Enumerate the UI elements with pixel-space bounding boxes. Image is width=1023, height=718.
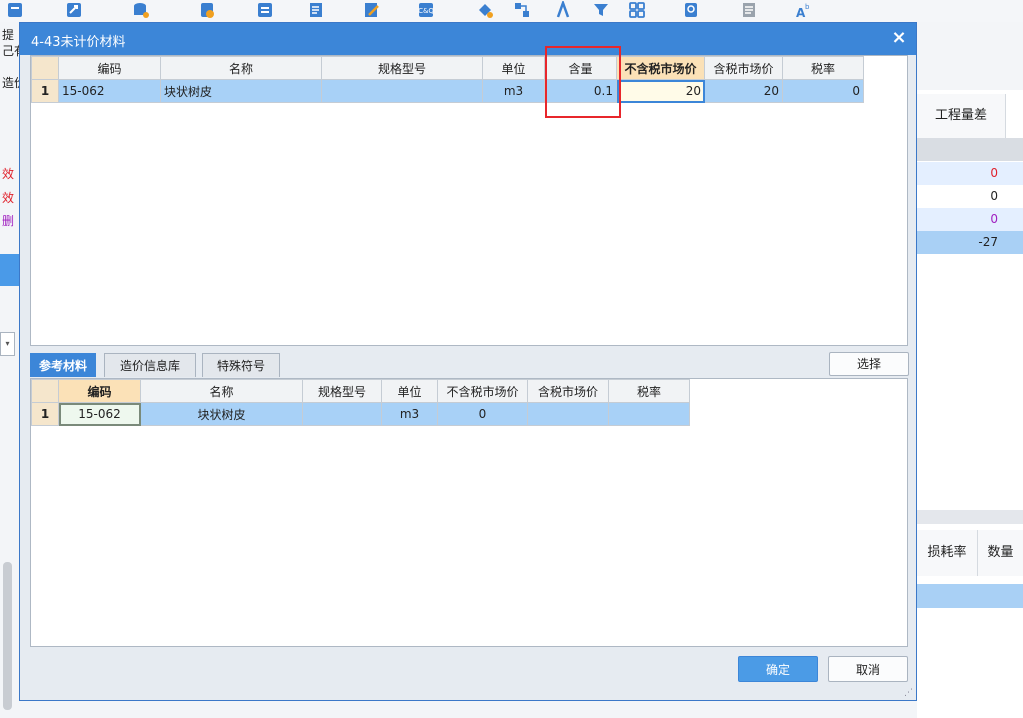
row-number[interactable]: 1	[31, 79, 59, 103]
document-icon[interactable]	[740, 1, 758, 19]
dropdown-select[interactable]: ▾	[0, 332, 15, 356]
column-header-price-ex-tax[interactable]: 不含税市场价	[437, 379, 528, 403]
dialog-title-bar[interactable]: 4-43未计价材料 ×	[20, 23, 916, 55]
svg-text:b: b	[805, 3, 810, 11]
left-panel-text: 效	[2, 167, 15, 181]
column-header-code[interactable]: 编码	[58, 56, 161, 80]
filter-icon[interactable]	[592, 1, 610, 19]
material-grid: 编码 名称 规格型号 单位 含量 不含税市场价 含税市场价 税率 1 15-06…	[30, 55, 908, 346]
left-panel-text: 提	[2, 28, 15, 42]
scrollbar-thumb[interactable]	[3, 562, 12, 710]
close-icon[interactable]: ×	[890, 29, 908, 47]
cell-tax-rate[interactable]: 0	[782, 79, 864, 103]
coin-icon[interactable]	[198, 1, 216, 19]
column-header-name[interactable]: 名称	[160, 56, 322, 80]
cell-unit[interactable]: m3	[482, 79, 545, 103]
table-cell: 0	[990, 212, 998, 226]
row-header-corner	[31, 56, 59, 80]
table-row[interactable]: 1 15-062 块状树皮 m3 0.1 20 20 0	[31, 79, 864, 103]
column-header-unit[interactable]: 单位	[381, 379, 438, 403]
table-cell: 0	[990, 189, 998, 203]
left-panel-text: 删	[2, 214, 15, 228]
select-button[interactable]: 选择	[829, 352, 909, 376]
selected-row-band	[0, 254, 20, 286]
column-header-price-inc-tax[interactable]: 含税市场价	[527, 379, 609, 403]
main-toolbar: C&Q Ab	[0, 0, 1023, 22]
table-row[interactable]: -27	[917, 231, 1023, 254]
dialog-title: 4-43未计价材料	[31, 35, 126, 50]
column-header-tax-rate[interactable]: 税率	[782, 56, 864, 80]
cell-price-inc-tax[interactable]	[527, 402, 609, 426]
grid-icon[interactable]	[628, 1, 646, 19]
table-row[interactable]	[917, 138, 1023, 161]
cell-name[interactable]: 块状树皮	[140, 402, 303, 426]
search-doc-icon[interactable]	[682, 1, 700, 19]
tab-price-info-library[interactable]: 造价信息库	[104, 353, 196, 377]
tab-special-symbols[interactable]: 特殊符号	[202, 353, 280, 377]
row-number[interactable]: 1	[31, 402, 59, 426]
calculator-icon[interactable]: C&Q	[417, 1, 435, 19]
left-panel-text: 效	[2, 191, 15, 205]
resize-grip-icon[interactable]: ⋰	[904, 688, 914, 698]
swap-icon[interactable]	[256, 1, 274, 19]
edit-icon[interactable]	[363, 1, 381, 19]
table-row[interactable]: 0	[917, 162, 1023, 185]
table-cell: 0	[990, 166, 998, 180]
table-row[interactable]: 1 15-062 块状树皮 m3 0	[31, 402, 690, 426]
ok-button[interactable]: 确定	[738, 656, 818, 682]
cell-price-ex-tax[interactable]: 20	[616, 79, 705, 103]
column-header-loss-rate[interactable]: 损耗率	[917, 530, 978, 576]
export-icon[interactable]	[65, 1, 83, 19]
cancel-button[interactable]: 取消	[828, 656, 908, 682]
reference-material-grid: 编码 名称 规格型号 单位 不含税市场价 含税市场价 税率 1 15-062 块…	[30, 378, 908, 647]
status-strip	[20, 700, 917, 718]
list-add-icon[interactable]	[308, 1, 326, 19]
cell-price-inc-tax[interactable]: 20	[704, 79, 783, 103]
reference-material-table: 编码 名称 规格型号 单位 不含税市场价 含税市场价 税率 1 15-062 块…	[31, 379, 690, 426]
column-header-tax-rate[interactable]: 税率	[608, 379, 690, 403]
text-size-icon[interactable]: Ab	[794, 1, 812, 19]
cell-code[interactable]: 15-062	[58, 79, 161, 103]
database-icon[interactable]	[132, 1, 150, 19]
column-header-unit[interactable]: 单位	[482, 56, 545, 80]
column-header-price-inc-tax[interactable]: 含税市场价	[704, 56, 783, 80]
cell-unit[interactable]: m3	[381, 402, 438, 426]
cell-content[interactable]: 0.1	[544, 79, 617, 103]
cell-name[interactable]: 块状树皮	[160, 79, 322, 103]
right-panel: 工程量差 0 0 0 -27 损耗率 数量	[917, 22, 1023, 718]
svg-text:C&Q: C&Q	[418, 7, 434, 15]
report-icon[interactable]	[6, 1, 24, 19]
table-cell: -27	[978, 235, 998, 249]
column-header-spec[interactable]: 规格型号	[321, 56, 483, 80]
column-header-name[interactable]: 名称	[140, 379, 303, 403]
compass-icon[interactable]	[554, 1, 572, 19]
table-row[interactable]: 0	[917, 208, 1023, 231]
cell-price-ex-tax[interactable]: 0	[437, 402, 528, 426]
material-table: 编码 名称 规格型号 单位 含量 不含税市场价 含税市场价 税率 1 15-06…	[31, 56, 864, 103]
cell-spec[interactable]	[321, 79, 483, 103]
cell-spec[interactable]	[302, 402, 382, 426]
column-header-spec[interactable]: 规格型号	[302, 379, 382, 403]
column-header-engineering-diff[interactable]: 工程量差	[917, 94, 1006, 138]
cell-code[interactable]: 15-062	[58, 402, 141, 426]
column-header-price-ex-tax[interactable]: 不含税市场价	[616, 56, 705, 80]
cell-tax-rate[interactable]	[608, 402, 690, 426]
row-header-corner	[31, 379, 59, 403]
left-panel: 提 己有 造价 效 效 删 ▾	[0, 22, 21, 718]
flow-icon[interactable]	[513, 1, 531, 19]
column-header-content[interactable]: 含量	[544, 56, 617, 80]
column-header-code[interactable]: 编码	[58, 379, 141, 403]
table-row[interactable]: 0	[917, 185, 1023, 208]
unpriced-material-dialog: 4-43未计价材料 × 编码 名称 规格型号 单位 含量 不含税市场价 含税市场…	[19, 22, 917, 701]
tab-reference-material[interactable]: 参考材料	[30, 353, 96, 377]
table-row[interactable]	[917, 584, 1023, 608]
column-header-quantity[interactable]: 数量	[978, 530, 1023, 576]
paint-icon[interactable]	[476, 1, 494, 19]
